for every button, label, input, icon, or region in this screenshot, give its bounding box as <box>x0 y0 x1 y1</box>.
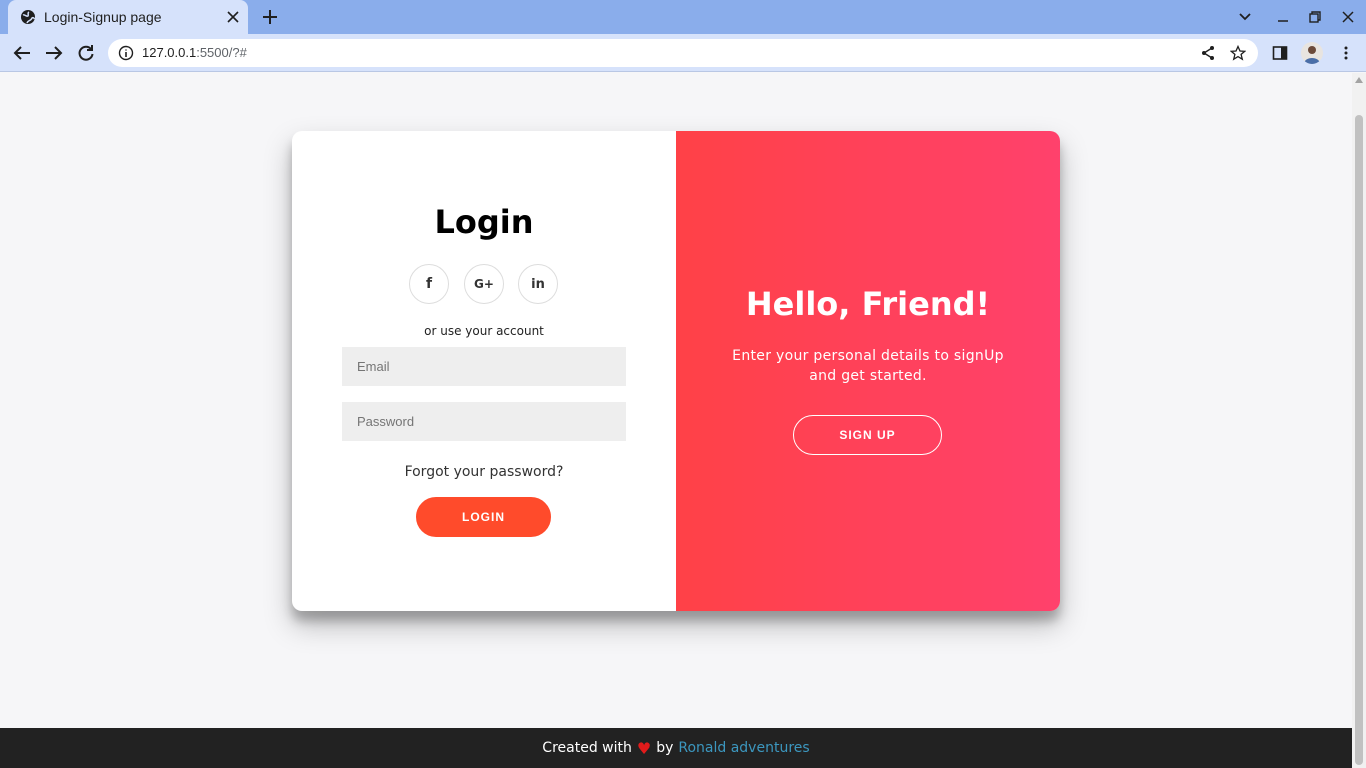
tab-title: Login-Signup page <box>44 9 162 25</box>
scroll-up-arrow-icon[interactable] <box>1355 77 1363 83</box>
url-text: 127.0.0.1:5500/?# <box>142 45 247 60</box>
heart-icon: ♥ <box>636 738 652 758</box>
restore-icon[interactable] <box>1307 9 1323 25</box>
globe-icon <box>21 10 36 24</box>
share-icon[interactable] <box>1200 45 1216 61</box>
auth-card: Login f G+ in or use your account Forgot… <box>292 131 1060 611</box>
site-info-icon[interactable] <box>118 45 134 61</box>
login-button[interactable]: LOGIN <box>416 497 551 537</box>
address-bar[interactable]: 127.0.0.1:5500/?# <box>108 39 1258 67</box>
close-window-icon[interactable] <box>1340 9 1356 25</box>
overlay-title: Hello, Friend! <box>745 285 991 323</box>
tab-strip: Login-Signup page <box>0 0 1366 34</box>
linkedin-icon: in <box>531 276 545 292</box>
url-host: 127.0.0.1 <box>142 45 197 60</box>
footer-prefix: Created with <box>542 740 632 756</box>
url-path: :5500/?# <box>196 45 247 60</box>
scrollbar-thumb[interactable] <box>1355 115 1363 765</box>
signup-button[interactable]: SIGN UP <box>793 415 942 455</box>
bookmark-star-icon[interactable] <box>1230 45 1246 61</box>
close-tab-icon[interactable] <box>226 10 240 24</box>
footer-by: by <box>656 740 674 756</box>
login-title: Login <box>434 203 534 241</box>
back-arrow-icon[interactable] <box>12 44 32 62</box>
overlay-description: Enter your personal details to signUp an… <box>732 348 1004 384</box>
signup-overlay: Hello, Friend! Enter your personal detai… <box>676 131 1060 611</box>
side-panel-icon[interactable] <box>1272 45 1288 61</box>
new-tab-icon[interactable] <box>262 9 278 25</box>
minimize-icon[interactable] <box>1275 9 1291 25</box>
login-form: Login f G+ in or use your account Forgot… <box>292 131 676 611</box>
browser-toolbar: 127.0.0.1:5500/?# <box>0 34 1366 72</box>
password-field[interactable] <box>342 402 626 441</box>
or-use-account-text: or use your account <box>424 324 544 338</box>
forward-arrow-icon[interactable] <box>44 44 64 62</box>
page-footer: Created with ♥ by Ronald adventures <box>0 728 1352 768</box>
google-plus-button[interactable]: G+ <box>464 264 504 304</box>
forgot-password-link[interactable]: Forgot your password? <box>292 464 676 480</box>
facebook-icon: f <box>425 276 433 292</box>
page-scrollbar[interactable] <box>1352 73 1366 768</box>
page-viewport: Login f G+ in or use your account Forgot… <box>0 73 1352 728</box>
profile-photo-icon <box>1304 46 1320 64</box>
profile-avatar[interactable] <box>1301 42 1323 64</box>
tab-search-chevron-icon[interactable] <box>1237 9 1253 25</box>
linkedin-button[interactable]: in <box>518 264 558 304</box>
browser-tab[interactable]: Login-Signup page <box>8 0 248 34</box>
author-link[interactable]: Ronald adventures <box>678 740 809 756</box>
google-plus-icon: G+ <box>474 277 494 291</box>
kebab-menu-icon[interactable] <box>1338 45 1354 61</box>
email-field[interactable] <box>342 347 626 386</box>
reload-icon[interactable] <box>76 44 96 62</box>
facebook-button[interactable]: f <box>409 264 449 304</box>
